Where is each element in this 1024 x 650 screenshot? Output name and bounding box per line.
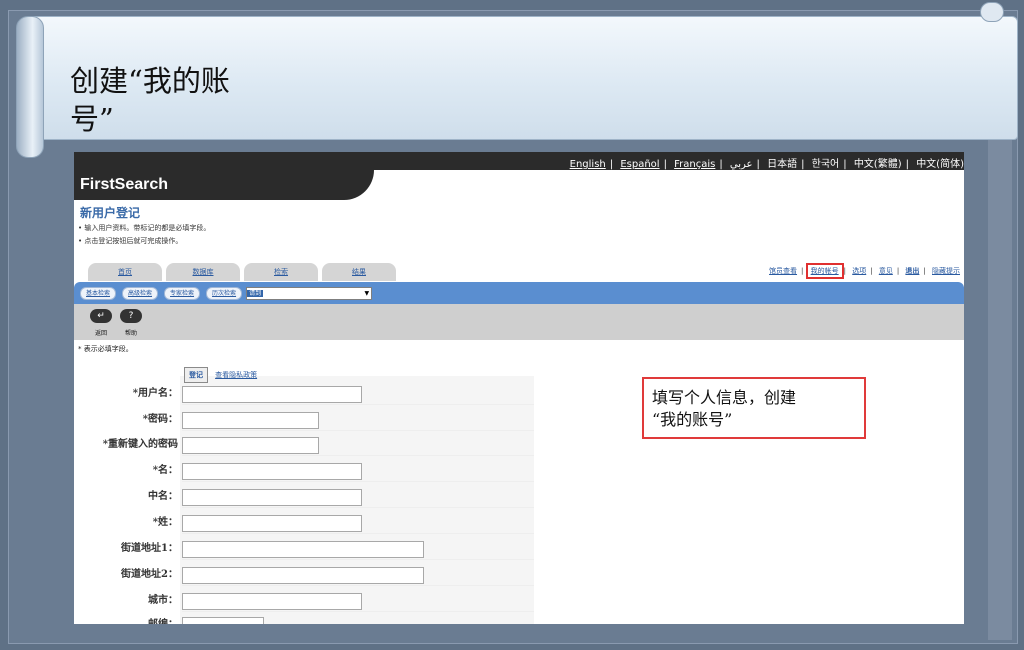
lang-link-simp-chinese[interactable]: 中文(简体) [916, 159, 964, 170]
subtab-previous-searches[interactable]: 历次检索 [206, 287, 243, 300]
privacy-policy-link[interactable]: 查看隐私政策 [215, 371, 257, 379]
first-name-label: *名： [152, 465, 178, 476]
last-name-label: *姓： [152, 517, 178, 528]
password-label: *密码： [142, 414, 178, 425]
lang-link-spanish[interactable]: Español [620, 159, 659, 170]
lang-link-french[interactable]: Français [674, 159, 715, 170]
note-item: 点击登记按钮后就可完成操作。 [78, 235, 210, 248]
account-links: 馆员查看 | 我的帐号 | 选项 | 意见 | 退出 | 隐藏提示 [769, 263, 960, 279]
callout-line1: 填写个人信息，创建 [652, 388, 797, 407]
search-subnav-bar: 基本检索 高级检索 专家检索 历次检索 请到 ▼ [74, 282, 964, 304]
username-label: *用户名： [132, 388, 178, 399]
confirm-password-input[interactable] [182, 437, 319, 454]
required-note: * 表示必填字段。 [78, 345, 133, 353]
main-tabs: 首页 数据库 检索 结果 [88, 262, 400, 281]
street-address-1-input[interactable] [182, 541, 424, 558]
staff-view-link[interactable]: 馆员查看 [769, 267, 797, 275]
instruction-notes: 输入用户资料。带标记的都是必填字段。 点击登记按钮后就可完成操作。 [78, 222, 210, 248]
exit-link[interactable]: 退出 [905, 267, 919, 275]
database-select-value: 请到 [247, 290, 264, 297]
form-row-city: 城市： [74, 590, 534, 612]
toolbar [74, 304, 964, 340]
lang-link-japanese[interactable]: 日本語 [767, 159, 797, 170]
middle-name-input[interactable] [182, 489, 362, 506]
slide-title: 创建“我的账 号” [70, 62, 230, 138]
subtab-basic-search[interactable]: 基本检索 [80, 287, 117, 300]
slide-right-strip [988, 140, 1012, 640]
form-row-last-name: *姓： [74, 512, 534, 534]
form-row-zip: 邮编： [74, 614, 534, 624]
lang-link-arabic[interactable]: عربي [730, 159, 753, 170]
form-row-street1: 街道地址1： [74, 538, 534, 560]
tab-databases[interactable]: 数据库 [166, 263, 240, 281]
subtab-advanced-search[interactable]: 高级检索 [122, 287, 159, 300]
help-icon[interactable]: ? [120, 309, 142, 323]
form-row-street2: 街道地址2： [74, 564, 534, 586]
my-account-link[interactable]: 我的帐号 [805, 263, 844, 279]
instruction-callout: 填写个人信息，创建 “我的账号” [642, 377, 866, 439]
note-item: 输入用户资料。带标记的都是必填字段。 [78, 222, 210, 235]
form-row-middle-name: 中名： [74, 486, 534, 508]
tab-home[interactable]: 首页 [88, 263, 162, 281]
back-label: 返回 [94, 330, 107, 337]
city-label: 城市： [148, 595, 178, 606]
callout-line2: “我的账号” [652, 410, 733, 429]
subtab-expert-search[interactable]: 专家检索 [164, 287, 201, 300]
register-button[interactable]: 登记 [184, 367, 208, 383]
street-address-1-label: 街道地址1： [121, 543, 178, 554]
database-select[interactable]: 请到 ▼ [246, 287, 373, 300]
lang-link-english[interactable]: English [570, 159, 606, 170]
first-name-input[interactable] [182, 463, 362, 480]
username-input[interactable] [182, 386, 362, 403]
scroll-curl-right [980, 2, 1004, 22]
tab-results[interactable]: 结果 [322, 263, 396, 281]
back-icon[interactable]: ↵ [90, 309, 112, 323]
form-row-username: *用户名： [74, 383, 534, 405]
password-input[interactable] [182, 412, 319, 429]
scroll-curl-left [16, 16, 44, 158]
street-address-2-input[interactable] [182, 567, 424, 584]
page-heading: 新用户登记 [80, 206, 141, 220]
slide-title-line1: 创建“我的账 [70, 64, 230, 98]
zip-input[interactable] [182, 617, 264, 624]
dropdown-arrow-icon: ▼ [364, 290, 370, 297]
lang-link-trad-chinese[interactable]: 中文(繁體) [854, 159, 902, 170]
form-row-password: *密码： [74, 409, 534, 431]
street-address-2-label: 街道地址2： [121, 569, 178, 580]
form-row-confirm-password: *重新键入的密码 [74, 434, 534, 456]
comments-link[interactable]: 意见 [879, 267, 893, 275]
slide-title-line2: 号” [70, 102, 114, 136]
zip-label: 邮编： [74, 614, 178, 624]
confirm-password-label: *重新键入的密码 [102, 439, 178, 450]
options-link[interactable]: 选项 [852, 267, 866, 275]
language-bar: English | Español | Français | عربي | 日本語 | 한… [569, 159, 964, 170]
tab-search[interactable]: 检索 [244, 263, 318, 281]
help-label: 帮助 [124, 330, 137, 337]
form-row-first-name: *名： [74, 460, 534, 482]
hide-tips-link[interactable]: 隐藏提示 [932, 267, 960, 275]
city-input[interactable] [182, 593, 362, 610]
firstsearch-logo: FirstSearch [80, 176, 169, 193]
top-bar: English | Español | Français | عربي | 日本語 | 한… [74, 152, 964, 170]
last-name-input[interactable] [182, 515, 362, 532]
middle-name-label: 中名： [148, 491, 178, 502]
lang-link-korean[interactable]: 한국어 [812, 159, 840, 170]
submit-row: 登记 查看隐私政策 [184, 362, 257, 383]
